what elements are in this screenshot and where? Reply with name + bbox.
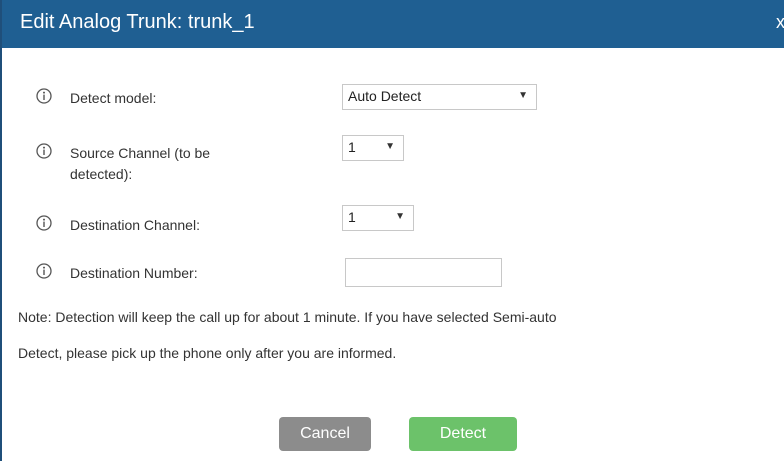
chevron-down-icon: ▼ [518,90,528,101]
source-channel-label-line2: detected): [70,166,133,182]
info-icon[interactable] [36,263,52,279]
detect-button[interactable]: Detect [409,417,517,451]
destination-number-label: Destination Number: [70,265,198,281]
destination-channel-label: Destination Channel: [70,217,200,233]
detect-model-select[interactable]: Auto Detect ▼ [342,84,537,110]
info-icon[interactable] [36,88,52,104]
chevron-down-icon: ▼ [395,211,405,222]
destination-channel-select[interactable]: 1 ▼ [342,205,414,231]
info-icon[interactable] [36,143,52,159]
chevron-down-icon: ▼ [385,141,395,152]
detect-model-value: Auto Detect [348,88,422,104]
source-channel-value: 1 [348,139,356,155]
source-channel-label-line1: Source Channel (to be [70,145,211,161]
detect-model-label: Detect model: [70,90,157,106]
destination-channel-value: 1 [348,209,356,225]
edit-analog-trunk-dialog: Edit Analog Trunk: trunk_1 x Detect mode… [0,0,784,461]
close-icon[interactable]: x [776,12,784,33]
info-icon[interactable] [36,215,52,231]
source-channel-select[interactable]: 1 ▼ [342,135,404,161]
dialog-title: Edit Analog Trunk: trunk_1 [20,11,255,33]
destination-number-input[interactable] [345,258,502,287]
note-line1: Note: Detection will keep the call up fo… [18,309,557,325]
note-line2: Detect, please pick up the phone only af… [18,345,397,361]
dialog-titlebar: Edit Analog Trunk: trunk_1 x [2,0,784,48]
cancel-button[interactable]: Cancel [279,417,371,451]
